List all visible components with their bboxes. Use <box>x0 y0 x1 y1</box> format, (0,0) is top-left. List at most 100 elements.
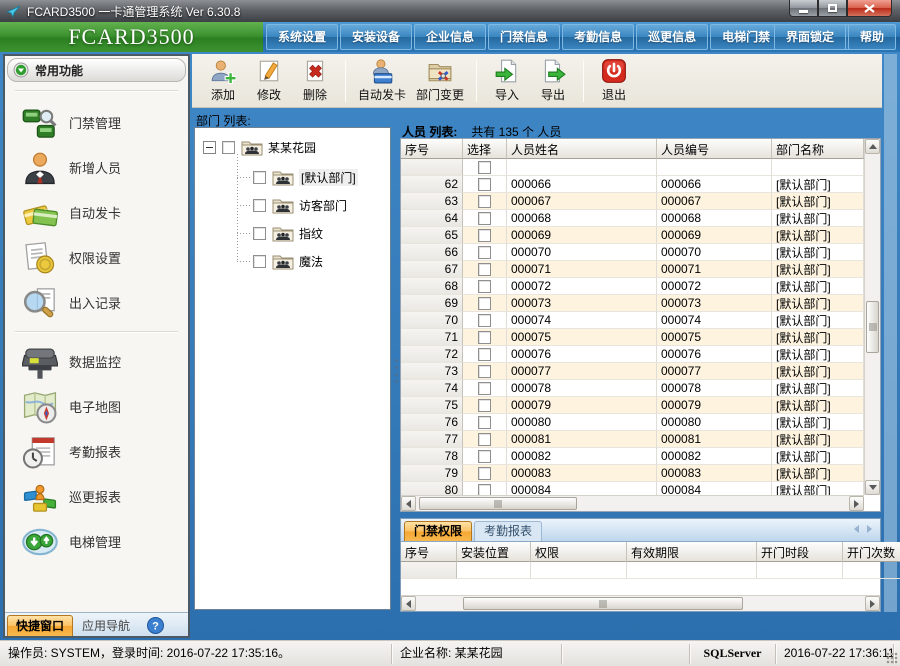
row-select-cell[interactable] <box>463 176 507 193</box>
splitter-handle[interactable] <box>392 127 400 610</box>
row-checkbox[interactable] <box>478 399 491 412</box>
menu-item-2[interactable]: 安装设备 <box>340 24 412 50</box>
row-checkbox[interactable] <box>478 416 491 429</box>
sidebar-item-4[interactable]: 权限设置 <box>5 235 188 280</box>
maximize-button[interactable] <box>818 0 847 17</box>
row-checkbox[interactable] <box>478 314 491 327</box>
row-select-cell[interactable] <box>463 465 507 482</box>
menu-item-7[interactable]: 电梯门禁 <box>710 24 782 50</box>
column-header-4[interactable]: 人员编号 <box>657 139 772 159</box>
tree-checkbox[interactable] <box>222 141 235 154</box>
toolbar-dept-change-button[interactable]: 部门变更 <box>411 56 469 106</box>
tree-node-4[interactable]: 魔法 <box>253 250 323 272</box>
scroll-right-button[interactable] <box>849 496 864 511</box>
sidebar-item-1[interactable]: 门禁管理 <box>5 100 188 145</box>
row-checkbox[interactable] <box>478 382 491 395</box>
select-all-checkbox[interactable] <box>478 161 491 174</box>
tab-scroll-arrows[interactable] <box>854 525 872 533</box>
sidebar-tab-2[interactable]: 应用导航 <box>73 615 139 636</box>
column-header-2[interactable]: 选择 <box>463 139 507 159</box>
sidebar-item-7[interactable]: 电子地图 <box>5 384 188 429</box>
minimize-button[interactable] <box>789 0 818 17</box>
toolbar-exit-button[interactable]: 退出 <box>591 56 637 106</box>
tree-expand-box[interactable] <box>203 141 216 154</box>
row-select-cell[interactable] <box>463 363 507 380</box>
row-select-cell[interactable] <box>463 244 507 261</box>
vscroll-thumb[interactable] <box>866 301 879 353</box>
help-icon[interactable]: ? <box>147 617 164 634</box>
detail-tab-1[interactable]: 门禁权限 <box>404 521 472 541</box>
row-checkbox[interactable] <box>478 263 491 276</box>
row-checkbox[interactable] <box>478 365 491 378</box>
row-checkbox[interactable] <box>478 484 491 496</box>
toolbar-auto-card-button[interactable]: 自动发卡 <box>353 56 411 106</box>
row-select-cell[interactable] <box>463 448 507 465</box>
detail-column-header-6[interactable]: 开门次数 <box>843 542 900 562</box>
menu-item-4[interactable]: 门禁信息 <box>488 24 560 50</box>
detail-scroll-left-button[interactable] <box>401 596 416 611</box>
toolbar-import-button[interactable]: 导入 <box>484 56 530 106</box>
detail-column-header-4[interactable]: 有效期限 <box>627 542 757 562</box>
row-checkbox[interactable] <box>478 331 491 344</box>
menu-item-1[interactable]: 系统设置 <box>266 24 338 50</box>
menu-item-6[interactable]: 巡更信息 <box>636 24 708 50</box>
row-checkbox[interactable] <box>478 297 491 310</box>
detail-scroll-right-button[interactable] <box>865 596 880 611</box>
filter-cell[interactable] <box>463 159 507 176</box>
row-checkbox[interactable] <box>478 280 491 293</box>
row-select-cell[interactable] <box>463 227 507 244</box>
row-select-cell[interactable] <box>463 193 507 210</box>
row-select-cell[interactable] <box>463 482 507 495</box>
tree-node-2[interactable]: 访客部门 <box>253 194 347 216</box>
row-checkbox[interactable] <box>478 212 491 225</box>
sidebar-item-10[interactable]: 电梯管理 <box>5 519 188 564</box>
detail-column-header-2[interactable]: 安装位置 <box>457 542 531 562</box>
row-select-cell[interactable] <box>463 312 507 329</box>
row-select-cell[interactable] <box>463 329 507 346</box>
menu-item-right-1[interactable]: 界面锁定 <box>774 24 846 50</box>
column-header-1[interactable]: 序号 <box>401 139 463 159</box>
row-select-cell[interactable] <box>463 210 507 227</box>
detail-hscroll-thumb[interactable] <box>463 597 743 610</box>
hscroll-thumb[interactable] <box>419 497 577 510</box>
tree-node-3[interactable]: 指纹 <box>253 222 323 244</box>
collapse-icon[interactable] <box>13 62 29 78</box>
toolbar-export-button[interactable]: 导出 <box>530 56 576 106</box>
scroll-up-button[interactable] <box>865 139 880 154</box>
sidebar-item-8[interactable]: 考勤报表 <box>5 429 188 474</box>
sidebar-item-6[interactable]: 数据监控 <box>5 339 188 384</box>
row-select-cell[interactable] <box>463 380 507 397</box>
row-select-cell[interactable] <box>463 431 507 448</box>
row-select-cell[interactable] <box>463 346 507 363</box>
row-select-cell[interactable] <box>463 295 507 312</box>
tree-node-1[interactable]: [默认部门] <box>253 166 358 188</box>
toolbar-edit-button[interactable]: 修改 <box>246 56 292 106</box>
toolbar-delete-button[interactable]: 删除 <box>292 56 338 106</box>
row-checkbox[interactable] <box>478 178 491 191</box>
row-checkbox[interactable] <box>478 246 491 259</box>
tree-node-root[interactable]: 某某花园 <box>203 136 316 158</box>
sidebar-item-5[interactable]: 出入记录 <box>5 280 188 325</box>
row-select-cell[interactable] <box>463 278 507 295</box>
sidebar-item-9[interactable]: 巡更报表 <box>5 474 188 519</box>
menu-item-5[interactable]: 考勤信息 <box>562 24 634 50</box>
menu-item-3[interactable]: 企业信息 <box>414 24 486 50</box>
row-select-cell[interactable] <box>463 261 507 278</box>
column-header-3[interactable]: 人员姓名 <box>507 139 657 159</box>
row-checkbox[interactable] <box>478 450 491 463</box>
detail-column-header-3[interactable]: 权限 <box>531 542 627 562</box>
horizontal-scrollbar[interactable] <box>401 495 864 511</box>
sidebar-header[interactable]: 常用功能 <box>7 58 186 82</box>
resize-grip[interactable] <box>886 652 898 664</box>
sidebar-item-2[interactable]: 新增人员 <box>5 145 188 190</box>
vertical-scrollbar[interactable] <box>864 139 880 495</box>
row-checkbox[interactable] <box>478 348 491 361</box>
row-checkbox[interactable] <box>478 467 491 480</box>
sidebar-tab-1[interactable]: 快捷窗口 <box>7 615 73 636</box>
row-checkbox[interactable] <box>478 229 491 242</box>
detail-horizontal-scrollbar[interactable] <box>401 595 880 611</box>
tree-checkbox[interactable] <box>253 199 266 212</box>
column-header-5[interactable]: 部门名称 <box>772 139 864 159</box>
detail-column-header-5[interactable]: 开门时段 <box>757 542 843 562</box>
close-button[interactable] <box>847 0 892 17</box>
